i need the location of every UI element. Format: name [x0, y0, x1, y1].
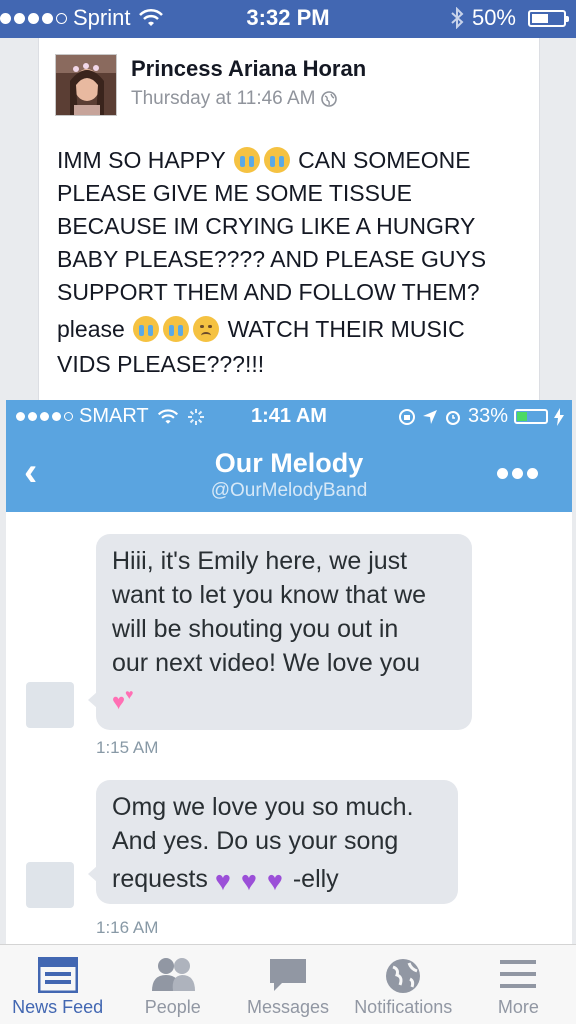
- photo-battery-icon: [514, 409, 548, 424]
- post-line: BECAUSE IM CRYING LIKE A HUNGRY: [57, 213, 476, 239]
- message-line: Hiii, it's Emily here, we just: [112, 547, 408, 575]
- messages-icon: [270, 959, 306, 991]
- message-signoff: -elly: [292, 865, 339, 893]
- purple-heart-emoji-icon: ♥: [240, 866, 257, 896]
- conversation-handle: @OurMelodyBand: [210, 480, 368, 501]
- message-line: Omg we love you so much.: [112, 793, 414, 821]
- charging-bolt-icon: [554, 407, 564, 426]
- message-line: will be shouting you out in: [112, 615, 399, 643]
- sender-avatar: [26, 862, 74, 908]
- message-bubble: Hiii, it's Emily here, we just want to l…: [88, 534, 472, 730]
- message-line: want to let you know that we: [112, 581, 427, 609]
- sender-avatar: [26, 682, 74, 728]
- post-text-segment: please: [57, 316, 125, 342]
- crying-face-emoji-icon: [263, 147, 290, 173]
- post-body: IMM SO HAPPY CAN SOMEONE PLEASE GIVE ME …: [57, 144, 537, 381]
- message-text-segment: requests: [112, 865, 208, 893]
- tab-notifications[interactable]: Notifications: [346, 945, 461, 1024]
- purple-heart-emoji-icon: ♥: [266, 866, 283, 896]
- tab-label: News Feed: [12, 997, 104, 1017]
- news-feed-icon: [37, 957, 78, 993]
- two-hearts-emoji-icon: ♥♥: [112, 686, 134, 714]
- post-line: please WATCH THEIR MUSIC: [57, 313, 537, 346]
- post-timestamp-text: Thursday at 11:46 AM: [131, 88, 316, 109]
- message-bubble: Omg we love you so much. And yes. Do us …: [88, 780, 458, 904]
- tab-messages[interactable]: Messages: [230, 945, 345, 1024]
- post-line: BABY PLEASE???? AND PLEASE GUYS: [57, 246, 487, 272]
- post-line: PLEASE GIVE ME SOME TISSUE: [57, 180, 412, 206]
- alarm-icon: [445, 410, 460, 425]
- crying-face-emoji-icon: [133, 316, 160, 342]
- battery-icon: [528, 9, 569, 27]
- post-line: SUPPORT THEM AND FOLLOW THEM?: [57, 279, 480, 305]
- more-options-icon[interactable]: [497, 468, 538, 479]
- tab-people[interactable]: People: [115, 945, 230, 1024]
- purple-heart-emoji-icon: ♥: [214, 866, 231, 896]
- message-line: And yes. Do us your song: [112, 827, 399, 855]
- photo-status-right: 33%: [398, 405, 564, 428]
- post-text-segment: WATCH THEIR MUSIC: [227, 316, 465, 342]
- tab-label: Notifications: [354, 997, 453, 1017]
- message-timestamp: 1:15 AM: [96, 738, 159, 757]
- post-text-segment: CAN SOMEONE: [298, 147, 471, 173]
- people-icon: [151, 958, 195, 991]
- tab-label: People: [144, 997, 201, 1017]
- message-timestamp: 1:16 AM: [96, 918, 159, 937]
- menu-icon: [500, 960, 537, 988]
- status-bar: Sprint 3:32 PM 50%: [0, 0, 576, 38]
- crying-face-emoji-icon: [233, 147, 260, 173]
- globe-privacy-icon: [321, 91, 338, 107]
- post-line: IMM SO HAPPY CAN SOMEONE: [57, 144, 537, 177]
- photo-status-bar: SMART 1:41 AM 33%: [6, 400, 572, 434]
- message-line: our next video! We love you: [112, 649, 421, 677]
- post-line: VIDS PLEASE???!!!: [57, 351, 265, 377]
- location-arrow-icon: [422, 409, 437, 424]
- bluetooth-icon: [451, 7, 464, 29]
- bottom-tab-bar: News Feed People Messages Notifications …: [0, 944, 576, 1024]
- message-line: requests ♥ ♥ ♥ -elly: [112, 862, 442, 896]
- conversation-header: ‹ Our Melody @OurMelodyBand: [6, 434, 572, 512]
- battery-percent: 50%: [471, 5, 516, 30]
- tab-label: Messages: [246, 997, 330, 1017]
- conversation-title: Our Melody: [214, 448, 364, 478]
- rotation-lock-icon: [398, 408, 415, 425]
- post-card: Princess Ariana Horan Thursday at 11:46 …: [38, 38, 540, 400]
- attached-photo[interactable]: SMART 1:41 AM 33% ‹ Our Melody @OurMelod…: [6, 400, 572, 944]
- post-author-name[interactable]: Princess Ariana Horan: [131, 56, 366, 82]
- tab-label: More: [497, 997, 539, 1017]
- post-timestamp[interactable]: Thursday at 11:46 AM: [131, 88, 338, 110]
- photo-battery-percent: 33%: [467, 405, 508, 427]
- crying-face-emoji-icon: [163, 316, 190, 342]
- post-text-segment: IMM SO HAPPY: [57, 147, 226, 173]
- status-right: 50%: [450, 5, 569, 31]
- tab-news-feed[interactable]: News Feed: [0, 945, 115, 1024]
- tab-more[interactable]: More: [461, 945, 576, 1024]
- author-avatar[interactable]: [55, 54, 117, 116]
- disappointed-face-emoji-icon: [193, 316, 220, 342]
- globe-icon: [386, 959, 421, 993]
